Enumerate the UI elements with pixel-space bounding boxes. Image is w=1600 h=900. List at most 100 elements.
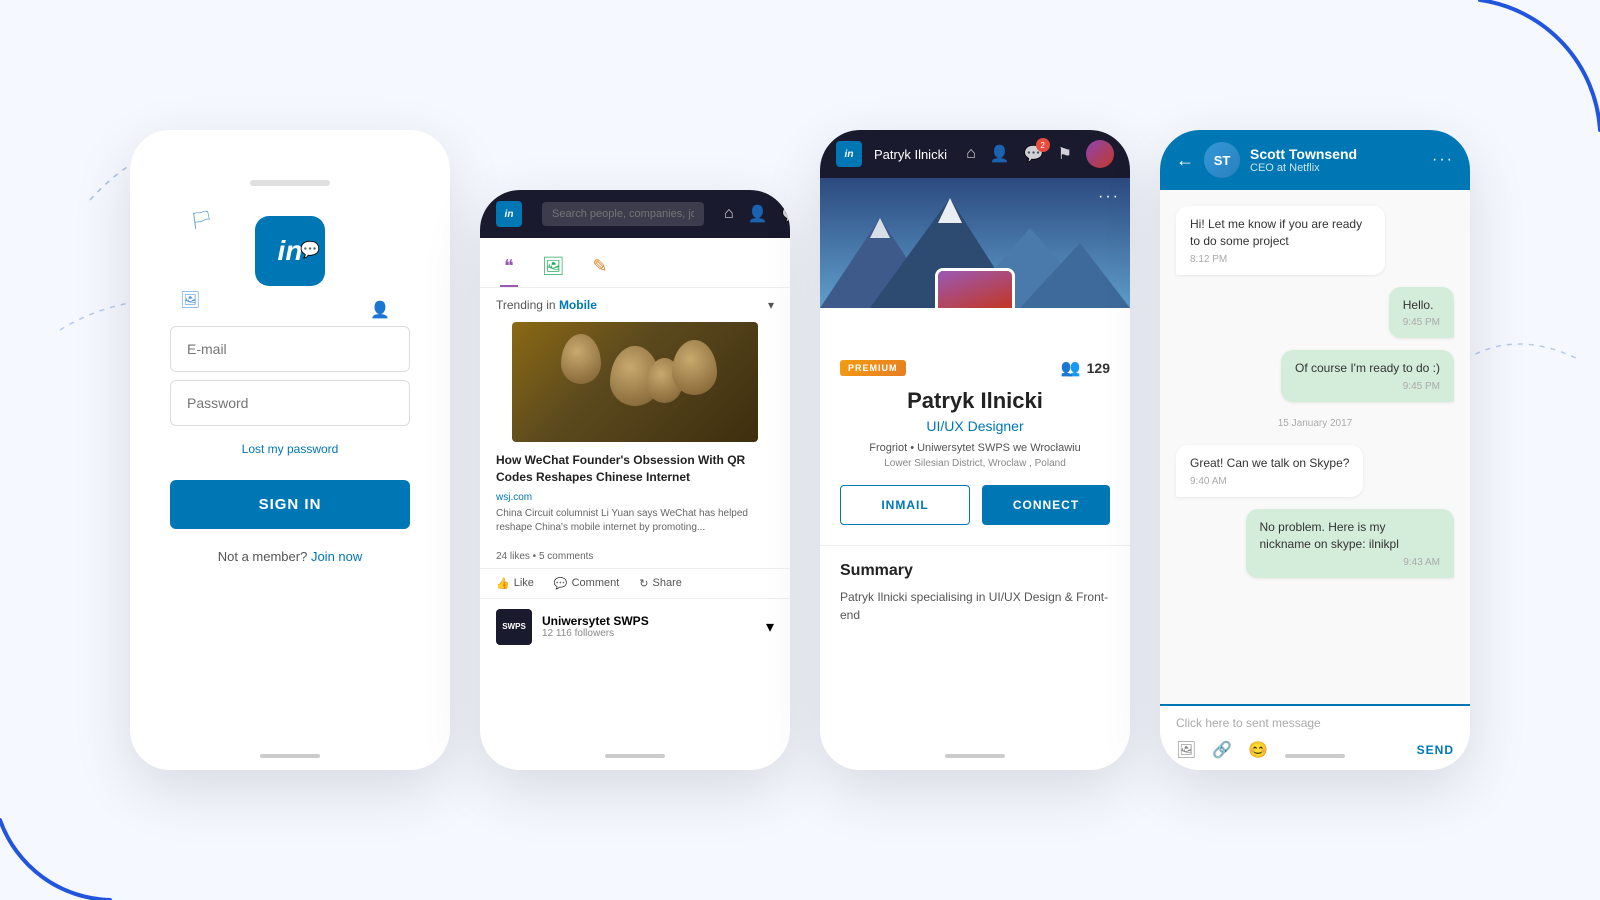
flag-icon: 🏳 [190, 210, 213, 231]
like-button[interactable]: 👍 Like [496, 577, 534, 590]
university-post: SWPS Uniwersytet SWPS 12 116 followers ▾ [480, 598, 790, 655]
news-title: How WeChat Founder's Obsession With QR C… [496, 452, 774, 486]
home-indicator-3 [945, 754, 1005, 758]
message-1-time: 8:12 PM [1190, 254, 1371, 265]
profile-people-icon[interactable]: 👤 [990, 144, 1010, 164]
contact-title: CEO at Netflix [1250, 162, 1422, 174]
profile-nav-icons: ⌂ 👤 💬 2 ⚑ [966, 140, 1114, 168]
summary-text: Patryk Ilnicki specialising in UI/UX Des… [840, 588, 1110, 624]
people-nav-icon[interactable]: 👤 [748, 204, 768, 224]
nav-icons: ⌂ 👤 💬 2 ⚑ [724, 200, 790, 228]
home-nav-icon[interactable]: ⌂ [724, 205, 734, 223]
message-1: Hi! Let me know if you are ready to do s… [1176, 206, 1385, 275]
phone-notch [250, 180, 330, 186]
thumb-icon: 👍 [496, 577, 510, 590]
trending-bar: Trending in Mobile ▾ [480, 288, 790, 322]
university-followers: 12 116 followers [542, 628, 649, 639]
message-placeholder[interactable]: Click here to sent message [1176, 716, 1454, 730]
profile-cover: ··· [820, 178, 1130, 308]
university-chevron[interactable]: ▾ [766, 617, 774, 637]
home-indicator-2 [605, 754, 665, 758]
profile-job-title: UI/UX Designer [820, 418, 1130, 434]
messages-nav-icon[interactable]: 💬 2 [782, 204, 790, 224]
profile-name-in-bar: Patryk Ilnicki [874, 147, 947, 162]
share-button[interactable]: ↻ Share [639, 577, 682, 590]
university-name: Uniwersytet SWPS [542, 614, 649, 628]
home-indicator-4 [1285, 754, 1345, 758]
news-source[interactable]: wsj.com [496, 492, 774, 503]
profile-navbar: in Patryk Ilnicki ⌂ 👤 💬 2 ⚑ [820, 130, 1130, 178]
message-2-time: 9:45 PM [1403, 317, 1440, 328]
connect-button[interactable]: CONNECT [982, 485, 1110, 525]
message-2-text: Hello. [1403, 297, 1440, 314]
tab-image[interactable]: 🖼 [538, 248, 569, 287]
phone-login: 🏳 💬 🖼 👤 in Lost my password SIGN IN Not … [130, 130, 450, 770]
image-attach-icon[interactable]: 🖼 [1176, 740, 1196, 760]
phone-feed: in ⌂ 👤 💬 2 ⚑ ❝ 🖼 ✎ Trending in Mo [480, 190, 790, 770]
news-stats: 24 likes • 5 comments [480, 545, 790, 568]
message-header: ← ST Scott Townsend CEO at Netflix ··· [1160, 130, 1470, 190]
join-text: Not a member? Join now [218, 549, 363, 564]
email-input[interactable] [170, 326, 410, 372]
phone-profile: in Patryk Ilnicki ⌂ 👤 💬 2 ⚑ [820, 130, 1130, 770]
profile-actions: INMAIL CONNECT [820, 485, 1130, 525]
trending-chevron[interactable]: ▾ [768, 298, 774, 312]
forgot-password-link[interactable]: Lost my password [242, 442, 339, 456]
university-logo: SWPS [496, 609, 532, 645]
comment-button[interactable]: 💬 Comment [554, 577, 619, 590]
phone-messages: ← ST Scott Townsend CEO at Netflix ··· H… [1160, 130, 1470, 770]
share-icon: ↻ [639, 577, 648, 590]
messages-body: Hi! Let me know if you are ready to do s… [1160, 190, 1470, 704]
message-1-text: Hi! Let me know if you are ready to do s… [1190, 216, 1371, 250]
feed-linkedin-logo: in [496, 201, 522, 227]
followers-count: 👥 129 [1061, 358, 1110, 378]
profile-home-icon[interactable]: ⌂ [966, 145, 976, 163]
signin-button[interactable]: SIGN IN [170, 480, 410, 529]
person-icon: 👤 [370, 300, 390, 320]
feed-search-input[interactable] [542, 202, 704, 226]
premium-followers: PREMIUM 👥 129 [820, 308, 1130, 388]
trending-word: Mobile [559, 298, 597, 312]
profile-full-name: Patryk Ilnicki [820, 388, 1130, 418]
contact-name: Scott Townsend [1250, 146, 1422, 162]
profile-avatar-image [938, 271, 1012, 308]
message-3: Of course I'm ready to do :) 9:45 PM [1281, 350, 1454, 402]
profile-company: Frogriot • Uniwersytet SWPS we Wrocławiu [820, 442, 1130, 454]
summary-title: Summary [840, 562, 1110, 580]
message-5-time: 9:43 AM [1260, 557, 1441, 568]
join-link[interactable]: Join now [311, 549, 362, 564]
profile-user-avatar[interactable] [1086, 140, 1114, 168]
news-content: How WeChat Founder's Obsession With QR C… [480, 442, 790, 545]
premium-badge: PREMIUM [840, 360, 906, 376]
send-button[interactable]: SEND [1417, 743, 1454, 757]
feed-navbar: in ⌂ 👤 💬 2 ⚑ [480, 190, 790, 238]
comment-icon: 💬 [554, 577, 568, 590]
university-info: Uniwersytet SWPS 12 116 followers [542, 614, 649, 639]
news-description: China Circuit columnist Li Yuan says WeC… [496, 507, 774, 535]
profile-flag-icon[interactable]: ⚑ [1058, 144, 1072, 164]
link-icon[interactable]: 🔗 [1212, 740, 1232, 760]
tab-quote[interactable]: ❝ [500, 248, 518, 287]
profile-messages-icon[interactable]: 💬 2 [1024, 144, 1044, 164]
profile-messages-badge: 2 [1036, 138, 1050, 152]
message-5: No problem. Here is my nickname on skype… [1246, 509, 1455, 578]
message-4-time: 9:40 AM [1190, 476, 1349, 487]
password-input[interactable] [170, 380, 410, 426]
back-button[interactable]: ← [1176, 150, 1194, 171]
feed-tabs: ❝ 🖼 ✎ [480, 238, 790, 288]
trending-label: Trending in Mobile [496, 298, 597, 312]
profile-linkedin-logo: in [836, 141, 862, 167]
message-4-text: Great! Can we talk on Skype? [1190, 455, 1349, 472]
message-4: Great! Can we talk on Skype? 9:40 AM [1176, 445, 1363, 497]
message-3-text: Of course I'm ready to do :) [1295, 360, 1440, 377]
message-more-icon[interactable]: ··· [1432, 151, 1454, 169]
message-3-time: 9:45 PM [1295, 381, 1440, 392]
profile-summary: Summary Patryk Ilnicki specialising in U… [820, 545, 1130, 640]
linkedin-logo-text: in [278, 235, 303, 267]
inmail-button[interactable]: INMAIL [840, 485, 970, 525]
more-options-icon[interactable]: ··· [1098, 188, 1120, 206]
emoji-icon[interactable]: 😊 [1248, 740, 1268, 760]
contact-avatar: ST [1204, 142, 1240, 178]
message-2: Hello. 9:45 PM [1389, 287, 1454, 339]
tab-edit[interactable]: ✎ [589, 248, 612, 287]
